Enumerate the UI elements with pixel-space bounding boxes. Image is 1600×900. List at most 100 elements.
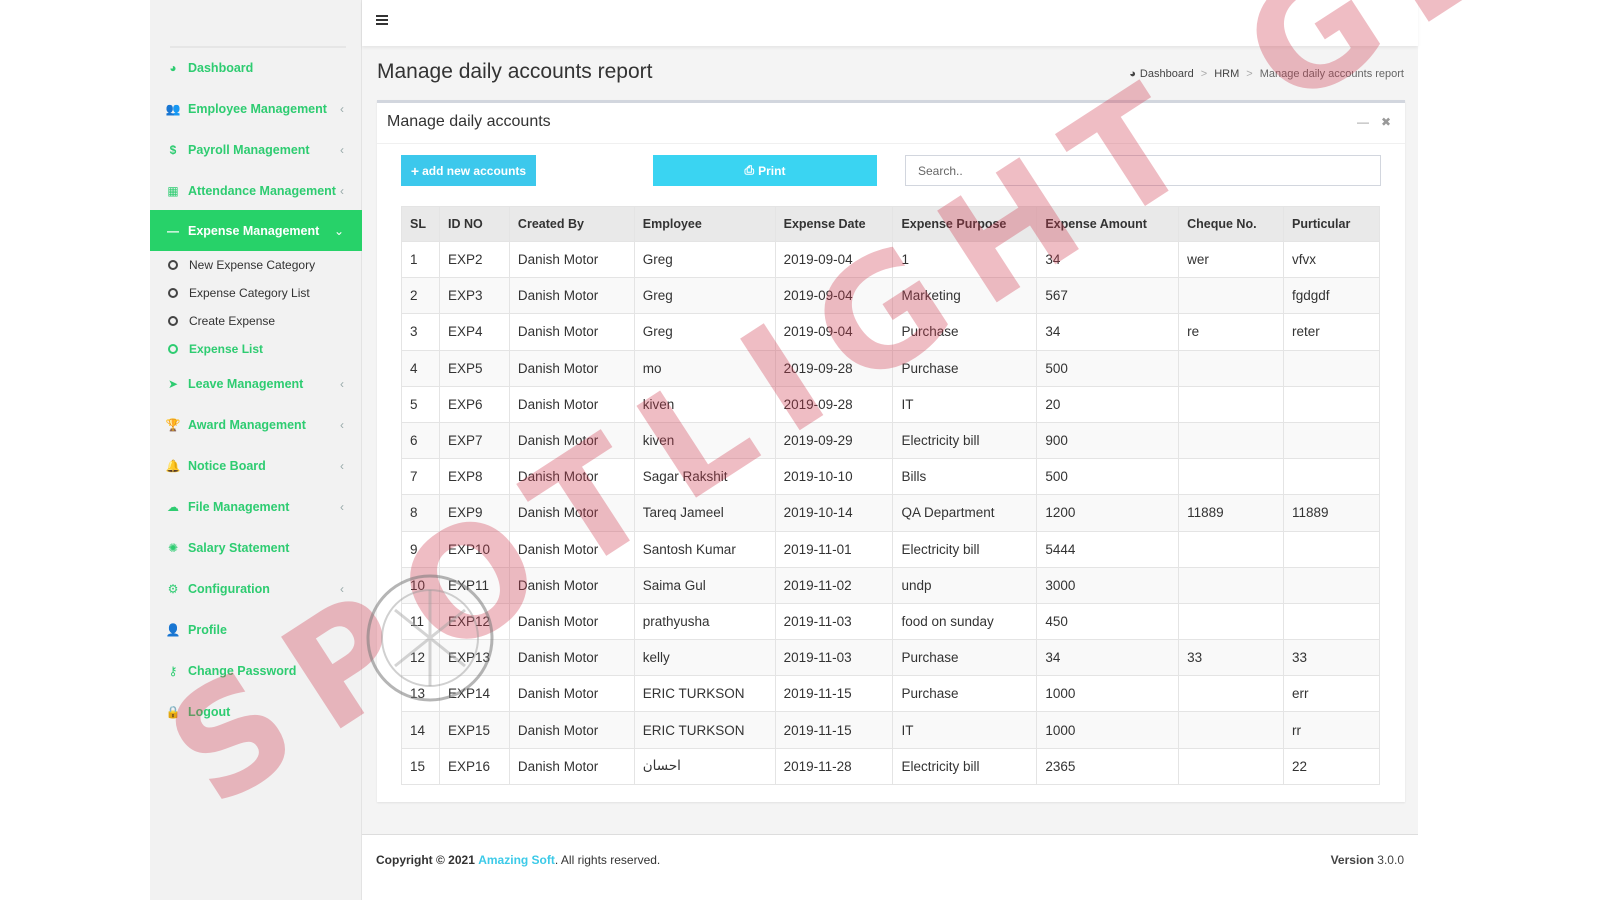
table-cell: Danish Motor xyxy=(508,421,635,460)
sidebar-item-payroll-management[interactable]: $ Payroll Management ‹ xyxy=(150,129,362,170)
sidebar-item-expense-management[interactable]: — Expense Management ⌄ xyxy=(150,210,362,251)
chevron-left-icon: ‹ xyxy=(340,376,344,391)
table-cell xyxy=(1178,566,1284,604)
table-cell: Danish Motor xyxy=(508,458,635,496)
table-row: 4 EXP5 Danish Motor mo 2019-09-28 Purchase 500 xyxy=(401,349,1380,387)
submenu-item-label: Create Expense xyxy=(189,314,276,328)
table-cell: Greg xyxy=(633,313,776,351)
table-cell: 2019-11-15 xyxy=(774,675,894,713)
sidebar-item-label: Change Password xyxy=(188,663,297,678)
print-button[interactable]: ⎙ Print xyxy=(653,155,877,186)
footer-version: Version 3.0.0 xyxy=(1331,853,1404,867)
table-cell: 2019-09-04 xyxy=(774,240,894,279)
submenu-item-label: Expense Category List xyxy=(189,286,310,300)
table-cell: 500 xyxy=(1036,458,1180,496)
table-cell: 2 xyxy=(401,277,440,315)
column-header[interactable]: Expense Amount xyxy=(1036,206,1180,242)
table-cell: 567 xyxy=(1036,277,1180,315)
table-cell: 2019-10-14 xyxy=(774,494,894,532)
sidebar-item-award-management[interactable]: 🏆 Award Management ‹ xyxy=(150,404,362,445)
add-new-accounts-button[interactable]: + add new accounts xyxy=(401,155,536,186)
table-cell: EXP13 xyxy=(438,639,510,677)
table-cell: 2019-11-03 xyxy=(774,602,894,641)
sidebar-item-employee-management[interactable]: 👥 Employee Management ‹ xyxy=(150,88,362,129)
submenu-item-create-expense[interactable]: Create Expense xyxy=(150,307,362,335)
sidebar-item-dashboard[interactable]: ◕ Dashboard xyxy=(150,47,362,88)
table-cell: fgdgdf xyxy=(1283,277,1380,315)
column-header[interactable]: Purticular xyxy=(1283,206,1380,242)
sidebar-item-salary-statement[interactable]: ✺ Salary Statement xyxy=(150,527,362,568)
table-cell xyxy=(1178,349,1284,387)
breadcrumb-dashboard[interactable]: Dashboard xyxy=(1140,68,1194,80)
hamburger-menu-icon[interactable] xyxy=(376,15,388,25)
box-tools: — ✖ xyxy=(1357,115,1391,129)
table-cell: Danish Motor xyxy=(508,675,635,713)
table-cell: EXP15 xyxy=(438,711,510,749)
sidebar-item-leave-management[interactable]: ➤ Leave Management ‹ xyxy=(150,363,362,404)
table-cell: QA Department xyxy=(892,494,1038,532)
column-header[interactable]: Created By xyxy=(508,206,635,242)
table-cell: Greg xyxy=(633,277,776,315)
table-row: 9 EXP10 Danish Motor Santosh Kumar 2019-11-0… xyxy=(401,530,1380,568)
sidebar-item-profile[interactable]: 👤 Profile xyxy=(150,609,362,650)
column-header[interactable]: Cheque No. xyxy=(1178,206,1284,242)
submenu-item-new-expense-category[interactable]: New Expense Category xyxy=(150,251,362,279)
sidebar-item-logout[interactable]: 🔒 Logout xyxy=(150,691,362,732)
submenu-item-label: Expense List xyxy=(189,342,264,356)
table-cell xyxy=(1283,602,1380,641)
table-cell: EXP9 xyxy=(438,494,510,532)
table-cell: 2365 xyxy=(1036,747,1180,785)
table-cell: 500 xyxy=(1036,349,1180,387)
submenu-item-expense-category-list[interactable]: Expense Category List xyxy=(150,279,362,307)
calendar-icon: ▦ xyxy=(167,183,179,198)
sidebar-item-change-password[interactable]: ⚷ Change Password xyxy=(150,650,362,691)
table-cell: Danish Motor xyxy=(508,313,635,351)
table-cell xyxy=(1178,277,1284,315)
table-cell: 2019-09-04 xyxy=(774,277,894,315)
brand-link[interactable]: Amazing Soft xyxy=(478,853,555,867)
table-cell: 3 xyxy=(401,313,440,351)
table-cell: EXP7 xyxy=(438,421,510,460)
search-input[interactable] xyxy=(905,155,1381,186)
table-cell: 10 xyxy=(401,566,440,604)
table-cell: mo xyxy=(633,349,776,387)
close-icon[interactable]: ✖ xyxy=(1381,115,1391,129)
breadcrumb-hrm[interactable]: HRM xyxy=(1214,68,1239,80)
dashboard-icon: ◕ xyxy=(169,60,177,75)
sidebar-item-attendance-management[interactable]: ▦ Attendance Management ‹ xyxy=(150,170,362,211)
users-icon: 👥 xyxy=(165,101,181,116)
sidebar-item-file-management[interactable]: ☁ File Management ‹ xyxy=(150,486,362,527)
table-cell: 12 xyxy=(401,639,440,677)
table-cell: 1 xyxy=(401,240,440,279)
table-cell: 14 xyxy=(401,711,440,749)
table-row: 3 EXP4 Danish Motor Greg 2019-09-04 Purchase 3… xyxy=(401,313,1380,351)
add-button-label: add new accounts xyxy=(422,163,527,178)
column-header[interactable]: SL xyxy=(401,206,440,242)
table-body: 1 EXP2 Danish Motor Greg 2019-09-04 1 34 wer vfv… xyxy=(401,240,1380,785)
table-cell: ERIC TURKSON xyxy=(633,711,776,749)
sidebar-item-notice-board[interactable]: 🔔 Notice Board ‹ xyxy=(150,445,362,486)
column-header[interactable]: Employee xyxy=(633,206,776,242)
collapse-icon[interactable]: — xyxy=(1357,115,1369,129)
column-header[interactable]: ID NO xyxy=(438,206,510,242)
table-cell: Bills xyxy=(892,458,1038,496)
table-cell: Purchase xyxy=(892,313,1038,351)
column-header[interactable]: Expense Purpose xyxy=(892,206,1038,242)
table-cell: 11889 xyxy=(1283,494,1380,532)
table-row: 12 EXP13 Danish Motor kelly 2019-11-03 Purcha… xyxy=(401,639,1380,677)
sidebar-item-label: Leave Management xyxy=(188,376,304,391)
table-row: 6 EXP7 Danish Motor kiven 2019-09-29 Electric… xyxy=(401,421,1380,460)
table-cell: 33 xyxy=(1178,639,1284,677)
table-cell: kiven xyxy=(633,385,776,423)
submenu-item-expense-list[interactable]: Expense List xyxy=(150,335,362,363)
print-icon: ⎙ xyxy=(744,163,755,177)
key-icon: ⚷ xyxy=(168,663,178,678)
table-cell: 1000 xyxy=(1036,711,1180,749)
sidebar-item-configuration[interactable]: ⚙ Configuration ‹ xyxy=(150,568,362,609)
table-cell: 1200 xyxy=(1036,494,1180,532)
table-cell xyxy=(1178,711,1284,749)
table-cell: Electricity bill xyxy=(892,747,1038,785)
column-header[interactable]: Expense Date xyxy=(774,206,894,242)
table-cell: EXP12 xyxy=(438,602,510,641)
table-cell: 2019-09-29 xyxy=(774,421,894,460)
